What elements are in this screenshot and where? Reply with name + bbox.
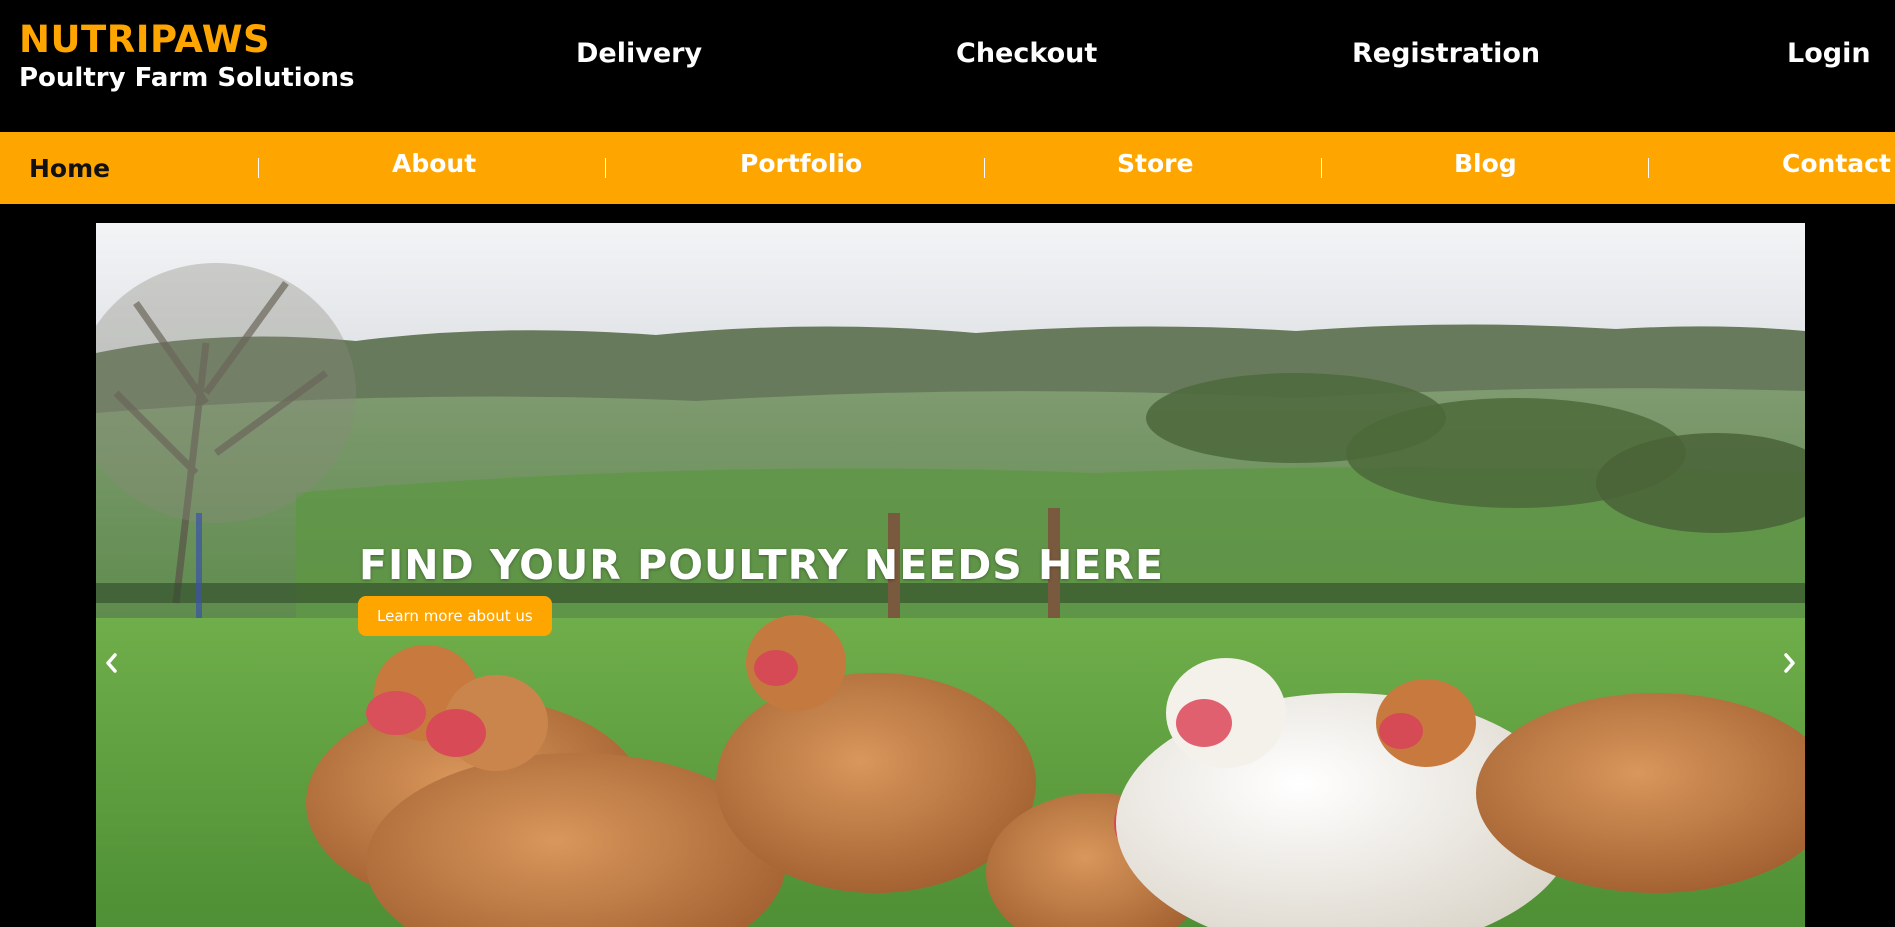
chevron-left-icon xyxy=(106,653,117,673)
brand-tagline: Poultry Farm Solutions xyxy=(19,63,355,93)
nav-divider xyxy=(605,158,606,178)
nav-item-home[interactable]: Home xyxy=(29,153,110,185)
nav-divider xyxy=(1648,158,1649,178)
nav-divider xyxy=(1321,158,1322,178)
top-header: NUTRIPAWS Poultry Farm Solutions Deliver… xyxy=(0,0,1895,132)
chevron-right-icon xyxy=(1784,653,1795,673)
login-link[interactable]: Login xyxy=(1787,37,1871,71)
hero-carousel: FIND YOUR POULTRY NEEDS HERE Learn more … xyxy=(96,223,1805,927)
nav-item-store[interactable]: Store xyxy=(1117,148,1193,180)
nav-divider xyxy=(984,158,985,178)
hero-title: FIND YOUR POULTRY NEEDS HERE xyxy=(359,541,1164,590)
delivery-link[interactable]: Delivery xyxy=(576,37,702,71)
main-nav: Home About Portfolio Store Blog Contact xyxy=(0,132,1895,204)
nav-item-portfolio[interactable]: Portfolio xyxy=(740,148,862,180)
carousel-next-button[interactable] xyxy=(1775,643,1805,683)
carousel-prev-button[interactable] xyxy=(96,643,126,683)
learn-more-button[interactable]: Learn more about us xyxy=(358,596,552,636)
nav-item-contact[interactable]: Contact xyxy=(1782,148,1891,180)
nav-item-blog[interactable]: Blog xyxy=(1454,148,1517,180)
nav-divider xyxy=(258,158,259,178)
brand-name: NUTRIPAWS xyxy=(19,18,271,61)
checkout-link[interactable]: Checkout xyxy=(956,37,1097,71)
brand-logo[interactable]: NUTRIPAWS Poultry Farm Solutions xyxy=(19,18,355,94)
nav-item-about[interactable]: About xyxy=(392,148,476,180)
registration-link[interactable]: Registration xyxy=(1352,37,1540,71)
